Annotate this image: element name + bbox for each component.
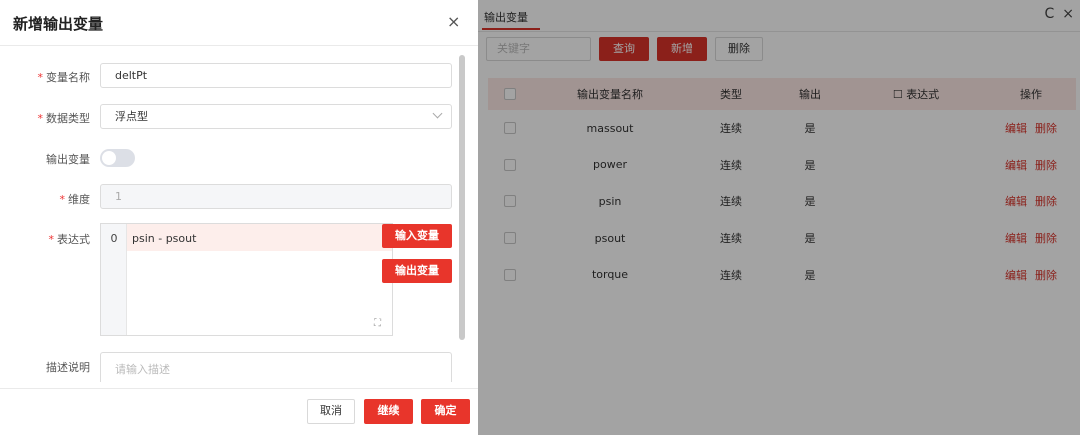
dialog-footer-divider: [0, 388, 478, 389]
output-variable-label: 输出变量: [46, 153, 90, 166]
modal-overlay: [478, 0, 1080, 435]
description-input[interactable]: 请输入描述: [100, 352, 452, 382]
dimension-input: 1: [100, 184, 452, 209]
continue-button[interactable]: 继续: [364, 399, 413, 424]
dialog-scrollbar[interactable]: [459, 55, 465, 340]
dialog-close-icon[interactable]: ×: [447, 12, 460, 31]
dimension-label: * 维度: [59, 193, 91, 206]
fullscreen-icon[interactable]: ⛶: [374, 319, 384, 329]
chevron-down-icon: [432, 108, 443, 119]
output-variable-toggle[interactable]: [100, 149, 135, 167]
description-label: 描述说明: [46, 361, 90, 374]
line-number: 0: [110, 232, 118, 245]
toggle-knob: [102, 151, 116, 165]
confirm-button[interactable]: 确定: [421, 399, 470, 424]
data-type-label: * 数据类型: [37, 112, 91, 125]
expression-label: * 表达式: [48, 233, 91, 246]
variable-name-label: * 变量名称: [37, 71, 91, 84]
cancel-button[interactable]: 取消: [307, 399, 355, 424]
data-type-select[interactable]: 浮点型: [100, 104, 452, 129]
expression-code[interactable]: psin - psout: [132, 232, 196, 245]
data-type-value: 浮点型: [115, 110, 148, 123]
dialog-title: 新增输出变量: [13, 15, 104, 33]
expression-editor[interactable]: 0 psin - psout ⛶: [100, 223, 393, 336]
new-output-variable-dialog: 新增输出变量 × * 变量名称 deltPt * 数据类型 浮点型 输出变量 * 维度…: [0, 0, 478, 435]
variable-name-input[interactable]: deltPt: [100, 63, 452, 88]
dialog-header-divider: [0, 45, 478, 46]
output-variable-button[interactable]: 输出变量: [382, 259, 452, 283]
input-variable-button[interactable]: 输入变量: [382, 224, 452, 248]
